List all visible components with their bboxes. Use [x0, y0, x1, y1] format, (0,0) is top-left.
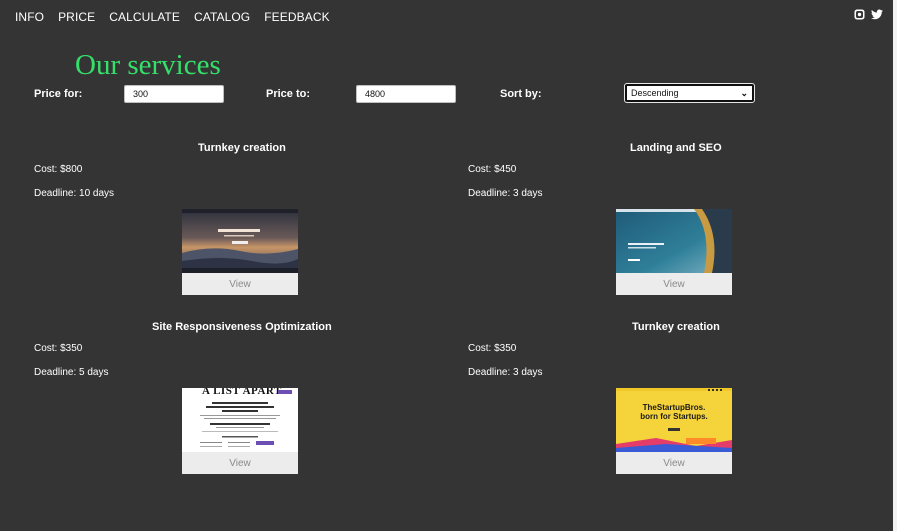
price-to-input[interactable] — [356, 85, 456, 103]
sort-select[interactable]: Descending ⌄ — [624, 83, 755, 103]
price-for-label: Price for: — [34, 88, 83, 100]
service-cost: Cost: $450 — [468, 164, 517, 175]
instagram-icon[interactable] — [854, 9, 865, 20]
view-button[interactable]: View — [182, 273, 298, 295]
chevron-down-icon: ⌄ — [740, 87, 748, 98]
page: INFO PRICE CALCULATE CATALOG FEEDBACK Ou… — [0, 0, 893, 531]
nav-item-info[interactable]: INFO — [15, 10, 44, 24]
service-name: Turnkey creation — [632, 321, 720, 333]
service-thumbnail: A LIST APART — [182, 388, 298, 452]
nav-item-feedback[interactable]: FEEDBACK — [264, 10, 329, 24]
twitter-icon[interactable] — [871, 9, 883, 20]
nav-item-catalog[interactable]: CATALOG — [194, 10, 250, 24]
price-to-label: Price to: — [266, 88, 311, 100]
service-thumbnail — [182, 209, 298, 273]
social-links — [854, 9, 883, 20]
view-button[interactable]: View — [616, 273, 732, 295]
service-name: Turnkey creation — [198, 142, 286, 154]
top-nav: INFO PRICE CALCULATE CATALOG FEEDBACK — [15, 10, 330, 24]
right-edge — [893, 0, 897, 531]
thumbnail-line-1: TheStartupBros. — [642, 403, 706, 412]
service-deadline: Deadline: 5 days — [34, 367, 109, 378]
view-button[interactable]: View — [182, 452, 298, 474]
nav-item-price[interactable]: PRICE — [58, 10, 95, 24]
service-cost: Cost: $350 — [34, 343, 83, 354]
thumbnail-line-2: born for Startups. — [640, 412, 708, 421]
service-thumbnail: TheStartupBros. born for Startups. — [616, 388, 732, 452]
service-cost: Cost: $350 — [468, 343, 517, 354]
price-for-input[interactable] — [124, 85, 224, 103]
sort-by-label: Sort by: — [500, 88, 542, 100]
view-button[interactable]: View — [616, 452, 732, 474]
service-cost: Cost: $800 — [34, 164, 83, 175]
page-title: Our services — [75, 49, 221, 81]
sort-select-value: Descending — [631, 88, 679, 98]
service-deadline: Deadline: 3 days — [468, 188, 543, 199]
nav-item-calculate[interactable]: CALCULATE — [109, 10, 180, 24]
service-name: Landing and SEO — [630, 142, 722, 154]
service-thumbnail — [616, 209, 732, 273]
service-deadline: Deadline: 10 days — [34, 188, 115, 199]
service-deadline: Deadline: 3 days — [468, 367, 543, 378]
service-name: Site Responsiveness Optimization — [152, 321, 332, 333]
